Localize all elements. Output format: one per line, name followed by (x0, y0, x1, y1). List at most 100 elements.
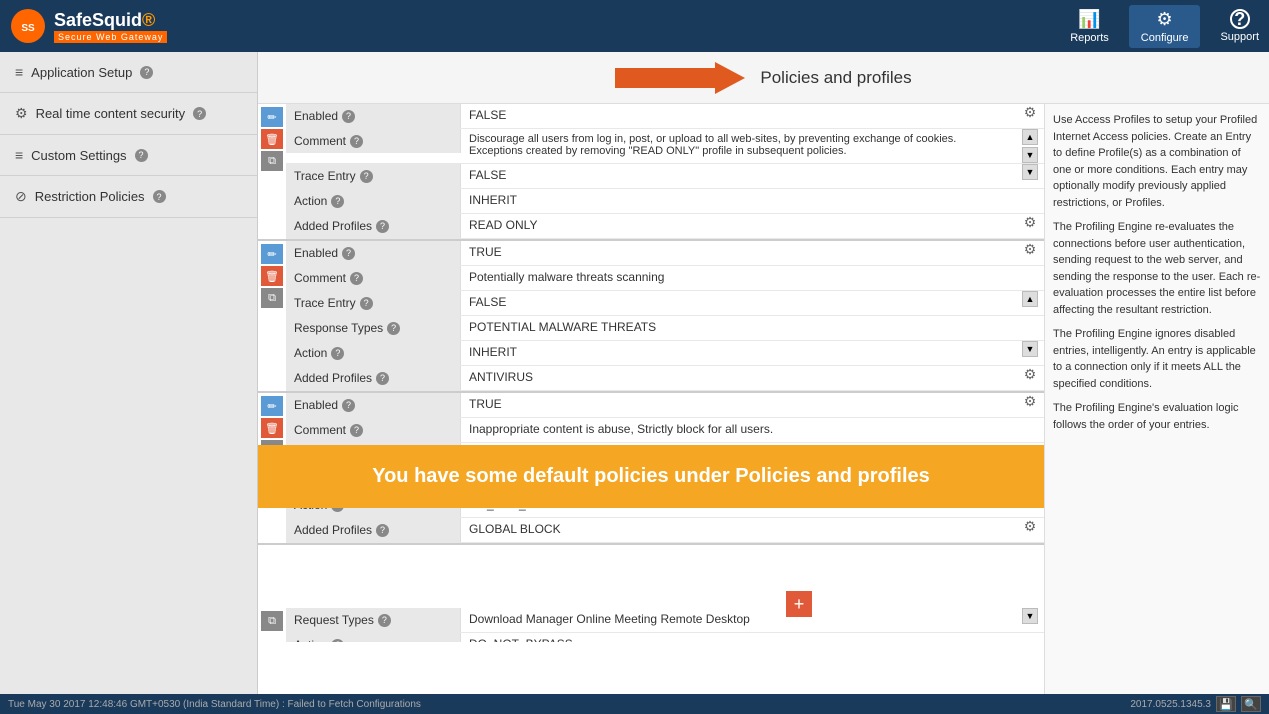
custom-settings-help-icon[interactable]: ? (135, 149, 148, 162)
copy-button-1[interactable]: ⧉ (261, 151, 283, 171)
row-value: ANTIVIRUS (461, 366, 1016, 390)
nav-configure-label: Configure (1141, 32, 1189, 44)
row-value: Discourage all users from log in, post, … (461, 129, 1016, 161)
row-control: ⚙ (1016, 241, 1044, 258)
gear-button[interactable]: ⚙ (1024, 518, 1037, 535)
policy-block-1: ✏ 🗑 ⧉ Enabled ? FALSE ⚙ (258, 104, 1044, 241)
help-icon[interactable]: ? (342, 110, 355, 123)
nav-support[interactable]: ? Support (1220, 9, 1259, 43)
logo-text: SafeSquid® Secure Web Gateway (54, 10, 167, 43)
gear-button[interactable]: ⚙ (1024, 366, 1037, 383)
help-icon[interactable]: ? (360, 170, 373, 183)
policy-block-2: ✏ 🗑 ⧉ Enabled ? TRUE ⚙ Com (258, 241, 1044, 393)
restriction-help-icon[interactable]: ? (153, 190, 166, 203)
policy-actions-4: ⧉ (258, 608, 286, 642)
gear-button[interactable]: ⚙ (1024, 104, 1037, 121)
arrow-icon (615, 62, 745, 94)
search-icon-button[interactable]: 🔍 (1241, 696, 1261, 712)
content: Policies and profiles ✏ 🗑 ⧉ Enabled ? (258, 52, 1269, 694)
nav-right: 📊 Reports ⚙ Configure ? Support (1070, 5, 1259, 48)
help-icon[interactable]: ? (376, 372, 389, 385)
help-icon[interactable]: ? (342, 399, 355, 412)
help-icon[interactable]: ? (350, 424, 363, 437)
scroll-down-button[interactable]: ▼ (1022, 147, 1038, 163)
copy-button-2[interactable]: ⧉ (261, 288, 283, 308)
reports-icon: 📊 (1078, 9, 1100, 30)
row-label: Action ? (286, 189, 461, 213)
row-value: FALSE (461, 164, 1016, 188)
row-value: Download Manager Online Meeting Remote D… (461, 608, 1016, 632)
gear-button[interactable]: ⚙ (1024, 393, 1037, 410)
app-setup-help-icon[interactable]: ? (140, 66, 153, 79)
sidebar-item-custom-settings[interactable]: ≡ Custom Settings ? (0, 135, 257, 176)
sidebar-item-realtime[interactable]: ⚙ Real time content security ? (0, 93, 257, 135)
table-row: Action ? DO_NOT_BYPASS (286, 633, 1044, 642)
configure-icon: ⚙ (1157, 9, 1173, 30)
sidebar-item-app-setup-label: Application Setup (31, 65, 132, 80)
help-icon[interactable]: ? (342, 247, 355, 260)
copy-button-4[interactable]: ⧉ (261, 611, 283, 631)
table-area[interactable]: ✏ 🗑 ⧉ Enabled ? FALSE ⚙ (258, 104, 1044, 642)
row-value: TRUE (461, 241, 1016, 265)
realtime-help-icon[interactable]: ? (193, 107, 206, 120)
table-row: Action ? INHERIT ▼ (286, 341, 1044, 366)
help-icon[interactable]: ? (331, 639, 344, 643)
help-icon[interactable]: ? (360, 297, 373, 310)
scroll-down-button[interactable]: ▼ (1022, 164, 1038, 180)
row-control: ⚙ (1016, 104, 1044, 121)
gear-button[interactable]: ⚙ (1024, 241, 1037, 258)
sidebar-item-realtime-label: Real time content security (36, 106, 186, 121)
table-row: Request Types ? Download Manager Online … (286, 608, 1044, 633)
nav-configure[interactable]: ⚙ Configure (1129, 5, 1201, 48)
scroll-up-button[interactable]: ▲ (1022, 291, 1038, 307)
save-icon-button[interactable]: 💾 (1216, 696, 1236, 712)
add-button[interactable]: + (786, 591, 812, 617)
row-value: READ ONLY (461, 214, 1016, 238)
row-label: Trace Entry ? (286, 291, 461, 315)
help-icon[interactable]: ? (350, 135, 363, 148)
delete-button-1[interactable]: 🗑 (261, 129, 283, 149)
help-icon[interactable]: ? (350, 272, 363, 285)
row-label: Added Profiles ? (286, 366, 461, 390)
sidebar-item-app-setup[interactable]: ≡ Application Setup ? (0, 52, 257, 93)
sidebar: ≡ Application Setup ? ⚙ Real time conten… (0, 52, 258, 694)
sidebar-item-restriction[interactable]: ⊘ Restriction Policies ? (0, 176, 257, 218)
row-label: Trace Entry ? (286, 164, 461, 188)
help-icon[interactable]: ? (376, 524, 389, 537)
row-value: INHERIT (461, 341, 1016, 365)
help-icon[interactable]: ? (376, 220, 389, 233)
logo-area: SS SafeSquid® Secure Web Gateway (10, 8, 167, 44)
row-value: Potentially malware threats scanning (461, 266, 1016, 290)
table-row: Enabled ? FALSE ⚙ (286, 104, 1044, 129)
policy-actions-2: ✏ 🗑 ⧉ (258, 241, 286, 391)
help-icon[interactable]: ? (331, 195, 344, 208)
delete-button-3[interactable]: 🗑 (261, 418, 283, 438)
help-icon[interactable]: ? (387, 322, 400, 335)
realtime-icon: ⚙ (15, 105, 28, 122)
help-icon[interactable]: ? (378, 614, 391, 627)
scroll-up-button[interactable]: ▲ (1022, 129, 1038, 145)
table-row: Added Profiles ? ANTIVIRUS ⚙ (286, 366, 1044, 391)
edit-button-2[interactable]: ✏ (261, 244, 283, 264)
gear-button[interactable]: ⚙ (1024, 214, 1037, 231)
help-icon[interactable]: ? (331, 347, 344, 360)
scroll-down-button[interactable]: ▼ (1022, 341, 1038, 357)
table-row: Response Types ? POTENTIAL MALWARE THREA… (286, 316, 1044, 341)
nav-support-label: Support (1220, 31, 1259, 43)
nav-reports[interactable]: 📊 Reports (1070, 9, 1109, 44)
app-setup-icon: ≡ (15, 64, 23, 80)
row-value: POTENTIAL MALWARE THREATS (461, 316, 1016, 340)
main-layout: ≡ Application Setup ? ⚙ Real time conten… (0, 52, 1269, 694)
banner-title: Policies and profiles (760, 68, 911, 88)
row-value: INHERIT (461, 189, 1016, 213)
row-control: ▼ (1016, 608, 1044, 624)
edit-button-3[interactable]: ✏ (261, 396, 283, 416)
edit-button-1[interactable]: ✏ (261, 107, 283, 127)
row-label: Comment ? (286, 129, 461, 153)
row-label: Response Types ? (286, 316, 461, 340)
sidebar-item-restriction-label: Restriction Policies (35, 189, 145, 204)
delete-button-2[interactable]: 🗑 (261, 266, 283, 286)
scroll-down-button[interactable]: ▼ (1022, 608, 1038, 624)
row-control: ▲ (1016, 291, 1044, 307)
row-label: Enabled ? (286, 393, 461, 417)
